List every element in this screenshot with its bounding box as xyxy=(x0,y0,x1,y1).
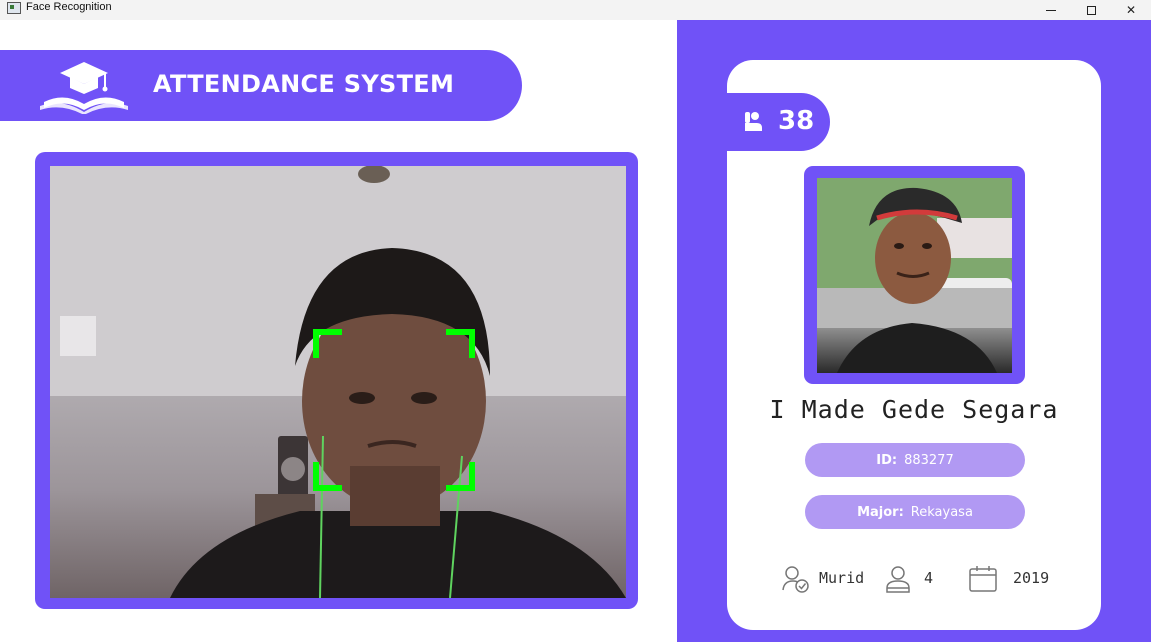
attendance-total: 4 xyxy=(924,569,934,587)
student-photo-frame xyxy=(804,166,1025,384)
student-id-badge: ID: 883277 xyxy=(805,443,1025,477)
window-title: Face Recognition xyxy=(26,1,112,13)
app-window-icon xyxy=(7,2,21,14)
maximize-button[interactable] xyxy=(1071,0,1111,20)
student-photo xyxy=(817,178,1012,373)
camera-scene xyxy=(50,166,626,598)
minimize-icon xyxy=(1046,9,1056,11)
student-name: I Made Gede Segara xyxy=(769,395,1059,424)
minimize-button[interactable] xyxy=(1031,0,1071,20)
student-major-badge: Major: Rekayasa xyxy=(805,495,1025,529)
raised-hand-icon xyxy=(745,112,762,131)
camera-feed xyxy=(50,166,626,598)
attendance-count: 38 xyxy=(778,106,815,136)
header-banner: ATTENDANCE SYSTEM xyxy=(0,50,522,121)
major-label: Major: xyxy=(857,504,904,520)
id-value: 883277 xyxy=(904,452,954,468)
close-icon: ✕ xyxy=(1125,3,1137,17)
year-value: 2019 xyxy=(1013,569,1050,587)
major-value: Rekayasa xyxy=(910,504,973,520)
student-panel: 38 I Made Gede Segara ID: 883277 Major: … xyxy=(677,20,1151,642)
student-stats: Murid 4 2019 xyxy=(727,564,1101,594)
page-title: ATTENDANCE SYSTEM xyxy=(153,70,455,98)
graduation-book-icon xyxy=(40,62,128,114)
id-label: ID: xyxy=(876,452,898,468)
close-button[interactable]: ✕ xyxy=(1111,0,1151,20)
attendance-count-badge: 38 xyxy=(727,93,830,151)
calendar-icon xyxy=(969,566,997,592)
role-value: Murid xyxy=(819,569,865,587)
window-titlebar: Face Recognition ✕ xyxy=(0,0,1151,20)
camera-frame xyxy=(35,152,638,609)
maximize-icon xyxy=(1086,5,1096,15)
user-check-icon xyxy=(782,566,809,593)
user-icon xyxy=(886,566,910,593)
student-card: 38 I Made Gede Segara ID: 883277 Major: … xyxy=(727,60,1101,630)
